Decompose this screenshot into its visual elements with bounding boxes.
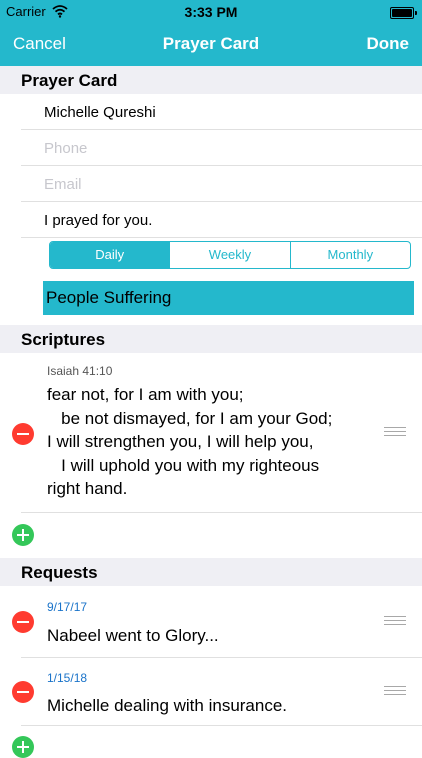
name-row[interactable]: Michelle Qureshi (0, 94, 422, 130)
message-field[interactable]: I prayed for you. (44, 212, 152, 229)
delete-request-icon[interactable] (12, 681, 34, 703)
name-field[interactable]: Michelle Qureshi (44, 104, 156, 121)
phone-field[interactable]: Phone (44, 140, 87, 157)
segment-daily[interactable]: Daily (50, 242, 170, 268)
request-text: Michelle dealing with insurance. (47, 696, 288, 715)
request-row[interactable] (0, 586, 422, 658)
category-field[interactable]: People Suffering (43, 281, 414, 315)
delete-scripture-icon[interactable] (12, 423, 34, 445)
add-scripture-row[interactable] (0, 513, 422, 557)
segment-monthly[interactable]: Monthly (289, 242, 410, 268)
page-title: Prayer Card (162, 34, 260, 53)
phone-row[interactable]: Phone (0, 130, 422, 166)
nav-bar: Cancel Prayer Card Done (0, 24, 422, 66)
email-row[interactable]: Email (0, 166, 422, 202)
divider (21, 725, 422, 726)
email-field[interactable]: Email (44, 176, 82, 193)
add-request-icon[interactable] (12, 736, 34, 758)
segment-weekly[interactable]: Weekly (169, 242, 289, 268)
status-bar: Carrier 3:33 PM (0, 0, 422, 24)
reorder-icon[interactable] (384, 427, 406, 436)
reorder-icon[interactable] (384, 616, 406, 625)
battery-icon (390, 7, 417, 19)
delete-request-icon[interactable] (12, 611, 34, 633)
frequency-segmented-control[interactable]: Daily Weekly Monthly (49, 241, 411, 269)
message-row[interactable]: I prayed for you. (0, 202, 422, 238)
request-date: 9/17/17 (47, 600, 88, 614)
section-title: Requests (21, 563, 98, 582)
section-header-scriptures: Scriptures (0, 325, 422, 353)
request-date: 1/15/18 (47, 671, 88, 685)
scripture-reference: Isaiah 41:10 (47, 364, 113, 378)
divider (21, 237, 422, 238)
section-header-prayer-card: Prayer Card (0, 66, 422, 94)
section-title: Prayer Card (21, 71, 118, 90)
reorder-icon[interactable] (384, 686, 406, 695)
clock: 3:33 PM (184, 4, 238, 20)
scripture-text: fear not, for I am with you; be not dism… (47, 385, 333, 498)
request-text: Nabeel went to Glory... (47, 626, 219, 645)
section-header-requests: Requests (0, 558, 422, 586)
section-title: Scriptures (21, 330, 106, 349)
add-scripture-icon[interactable] (12, 524, 34, 546)
done-button[interactable]: Done (367, 34, 410, 54)
